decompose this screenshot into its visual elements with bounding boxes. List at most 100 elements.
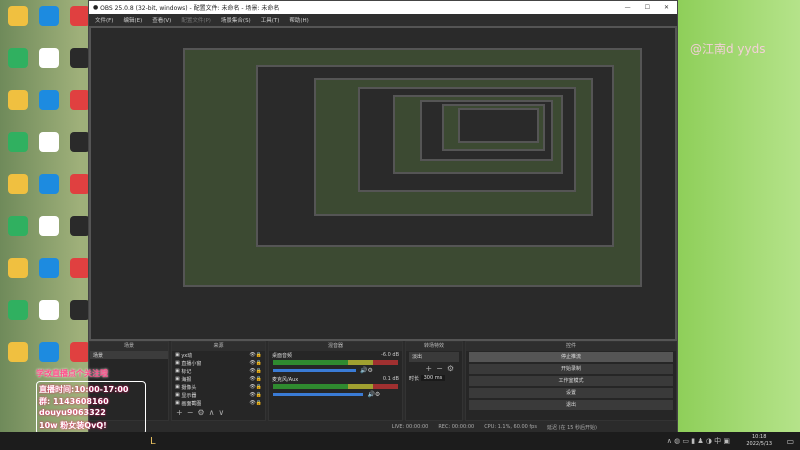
desktop-shortcut-icon[interactable] [35, 300, 63, 320]
close-button[interactable]: ✕ [664, 4, 669, 11]
source-item[interactable]: ▣ 画面截图 👁🔒 [172, 399, 265, 407]
visibility-lock-icons[interactable]: 👁🔒 [249, 400, 262, 406]
channel-db: 0.1 dB [382, 376, 399, 382]
sources-dock: 来源 ▣ yx动 👁🔒 ▣ 直播小窗 👁🔒 ▣ 标记 👁🔒 ▣ 海报 👁🔒 ▣ 摄像头 👁🔒 ▣ 显… [171, 341, 266, 421]
mixer-dock: 混音器 桌面音频 -6.0 dB 🔊⚙ 麦克风/Aux 0.1 dB 🔊⚙ [268, 341, 403, 421]
studio-mode-button[interactable]: 工作室模式 [469, 376, 673, 386]
visibility-lock-icons[interactable]: 👁🔒 [249, 392, 262, 398]
clock-date: 2022/5/13 [746, 441, 772, 447]
channel-db: -6.0 dB [381, 352, 399, 358]
channel-name: 桌面音频 [272, 352, 293, 359]
menu-profile[interactable]: 配置文件(P) [181, 16, 211, 24]
obs-window: ● OBS 25.0.8 (32-bit, windows) - 配置文件: 未… [88, 0, 678, 433]
desktop-shortcut-icon[interactable] [4, 342, 32, 362]
stream-overlay: 学改直播点个关注哦 直播时间:10:00-17:00 群: 1143608160… [36, 368, 146, 435]
source-item[interactable]: ▣ 海报 👁🔒 [172, 375, 265, 383]
tray-icons[interactable]: ∧ ◍ ▭ ▮ ♟ ◑ 中 ▣ [667, 436, 730, 446]
menu-view[interactable]: 查看(V) [152, 16, 171, 24]
transition-select[interactable]: 淡出 [409, 352, 459, 362]
desktop-shortcut-icon[interactable] [35, 174, 63, 194]
visibility-lock-icons[interactable]: 👁🔒 [249, 368, 262, 374]
visibility-lock-icons[interactable]: 👁🔒 [249, 384, 262, 390]
desktop-shortcut-icon[interactable] [4, 258, 32, 278]
delay-status: 延迟 (在 15 秒后开始) [546, 424, 597, 431]
menu-scene-collection[interactable]: 场景集合(S) [221, 16, 251, 24]
source-item[interactable]: ▣ 摄像头 👁🔒 [172, 383, 265, 391]
docks: 场景 场景 来源 ▣ yx动 👁🔒 ▣ 直播小窗 👁🔒 ▣ 标记 👁🔒 ▣ 海报 👁🔒 ▣ 摄像… [89, 341, 677, 421]
visibility-lock-icons[interactable]: 👁🔒 [249, 376, 262, 382]
source-item[interactable]: ▣ 显示器 👁🔒 [172, 391, 265, 399]
desktop-shortcut-icon[interactable] [4, 174, 32, 194]
desktop-shortcut-icon[interactable] [35, 216, 63, 236]
scene-item[interactable]: 场景 [90, 351, 168, 359]
obs-logo-icon: ● [93, 4, 101, 11]
source-label: 显示器 [181, 392, 197, 399]
clock-time: 10:18 [751, 434, 767, 440]
controls-dock: 控件 停止推流 开始录制 工作室模式 设置 退出 [465, 341, 677, 421]
source-item[interactable]: ▣ 直播小窗 👁🔒 [172, 359, 265, 367]
desktop-shortcut-icon[interactable] [35, 342, 63, 362]
start-recording-button[interactable]: 开始录制 [469, 364, 673, 374]
transitions-header: 转场特效 [406, 342, 462, 351]
desktop-shortcut-icon[interactable] [35, 48, 63, 68]
source-item[interactable]: ▣ yx动 👁🔒 [172, 351, 265, 359]
notification-icon[interactable]: ▭ [786, 437, 794, 446]
cpu-status: CPU: 1.1%, 60.00 fps [484, 424, 537, 430]
speaker-icon[interactable]: 🔊⚙ [360, 367, 373, 374]
clock[interactable]: 10:18 2022/5/13 [746, 434, 772, 448]
taskbar-app-icon[interactable]: L [150, 436, 156, 447]
source-label: 摄像头 [181, 384, 197, 391]
sources-header: 来源 [172, 342, 265, 351]
title-bar: ● OBS 25.0.8 (32-bit, windows) - 配置文件: 未… [89, 1, 677, 14]
source-label: 海报 [181, 376, 192, 383]
overlay-time: 直播时间:10:00-17:00 [39, 385, 129, 394]
desktop-shortcut-icon[interactable] [35, 90, 63, 110]
channel-name: 麦克风/Aux [272, 376, 299, 383]
duration-label: 时长 [409, 375, 420, 382]
desktop-shortcut-icon[interactable] [35, 132, 63, 152]
source-label: 直播小窗 [181, 360, 202, 367]
transitions-dock: 转场特效 淡出 +−⚙ 时长 300 ms [405, 341, 463, 421]
volume-slider[interactable] [273, 393, 364, 396]
overlay-title: 学改直播点个关注哦 [36, 369, 108, 378]
volume-meter [273, 360, 398, 365]
desktop-shortcut-icon[interactable] [35, 258, 63, 278]
desktop-shortcut-icon[interactable] [4, 90, 32, 110]
settings-button[interactable]: 设置 [469, 388, 673, 398]
volume-slider[interactable] [273, 369, 356, 372]
live-status: LIVE: 00:00:00 [391, 424, 429, 430]
visibility-lock-icons[interactable]: 👁🔒 [249, 360, 262, 366]
desktop-shortcut-icon[interactable] [4, 132, 32, 152]
desktop-shortcut-icon[interactable] [4, 300, 32, 320]
preview-canvas[interactable] [89, 26, 677, 341]
desktop-shortcut-icon[interactable] [4, 216, 32, 236]
menu-help[interactable]: 帮助(H) [289, 16, 308, 24]
menu-file[interactable]: 文件(F) [95, 16, 113, 24]
desktop-shortcut-icon[interactable] [4, 48, 32, 68]
minimize-button[interactable]: — [625, 4, 631, 11]
visibility-lock-icons[interactable]: 👁🔒 [249, 352, 262, 358]
exit-button[interactable]: 退出 [469, 400, 673, 410]
speaker-icon[interactable]: 🔊⚙ [367, 391, 380, 398]
recursive-preview-frame [458, 107, 539, 143]
source-label: 画面截图 [181, 400, 202, 407]
mixer-header: 混音器 [269, 342, 402, 351]
watermark: @江南d yyds [690, 42, 766, 56]
scenes-header: 场景 [90, 342, 168, 351]
taskbar: L ∧ ◍ ▭ ▮ ♟ ◑ 中 ▣ 10:18 2022/5/13 ▭ [0, 432, 800, 450]
menu-tools[interactable]: 工具(T) [261, 16, 280, 24]
menu-edit[interactable]: 编辑(E) [123, 16, 142, 24]
overlay-douyin: douyu9063322 [39, 408, 106, 417]
sources-toolbar[interactable]: +−⚙∧∨ [172, 407, 265, 418]
window-title: OBS 25.0.8 (32-bit, windows) - 配置文件: 未命名… [100, 5, 280, 12]
transition-toolbar[interactable]: +−⚙ [406, 363, 462, 374]
rec-status: REC: 00:00:00 [438, 424, 475, 430]
source-item[interactable]: ▣ 标记 👁🔒 [172, 367, 265, 375]
stop-streaming-button[interactable]: 停止推流 [469, 352, 673, 362]
source-label: 标记 [181, 368, 192, 375]
overlay-fans: 10w 粉女装QvQ! [39, 421, 107, 430]
duration-input[interactable]: 300 ms [420, 375, 446, 381]
desktop-shortcut-icon[interactable] [4, 6, 32, 26]
desktop-shortcut-icon[interactable] [35, 6, 63, 26]
maximize-button[interactable]: ☐ [645, 4, 650, 11]
